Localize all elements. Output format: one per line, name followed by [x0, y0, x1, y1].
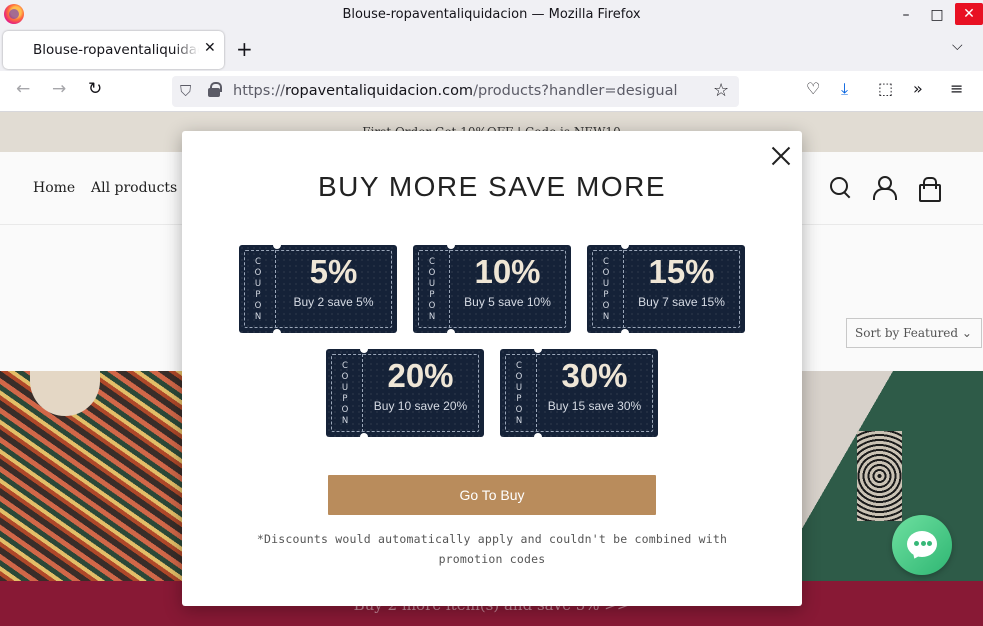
menu-icon[interactable]: ≡	[950, 79, 963, 98]
new-tab-icon[interactable]: +	[236, 37, 253, 61]
chat-bubble-icon[interactable]	[892, 515, 952, 575]
coupon-word: COUPON	[341, 361, 349, 426]
bookmark-star-icon[interactable]: ☆	[713, 80, 729, 101]
back-arrow-icon[interactable]: ←	[16, 79, 30, 99]
extensions-icon[interactable]: ⬚	[878, 79, 893, 98]
chat-dots	[914, 541, 932, 546]
modal-title: BUY MORE SAVE MORE	[317, 171, 667, 202]
coupon-percent: 15%	[648, 253, 715, 290]
more-tools-icon[interactable]: »	[913, 79, 923, 98]
downloads-icon[interactable]: ⤓	[841, 79, 848, 99]
tab-close-icon[interactable]: ✕	[204, 40, 216, 56]
coupon-card[interactable]: COUPON 5% Buy 2 save 5%	[239, 245, 397, 333]
coupon-percent: 30%	[561, 357, 628, 394]
tracking-shield-icon[interactable]: ⛉	[180, 82, 191, 100]
coupon-word: COUPON	[515, 361, 523, 426]
coupon-word: COUPON	[254, 257, 262, 322]
address-bar[interactable]: ⛉ https://ropaventaliquidacion.com/produ…	[172, 76, 739, 107]
tab-list-chevron-icon[interactable]: ⌵	[952, 38, 963, 54]
coupon-word: COUPON	[602, 257, 610, 322]
url-path: /products?handler=desigual	[473, 83, 678, 99]
navigation-toolbar: ← → ↻ ⛉ https://ropaventaliquidacion.com…	[0, 71, 983, 112]
active-tab[interactable]: Blouse-ropaventaliquidacion ✕	[3, 31, 224, 69]
coupon-percent: 10%	[474, 253, 541, 290]
coupon-card[interactable]: COUPON 15% Buy 7 save 15%	[587, 245, 745, 333]
buy-more-modal: BUY MORE SAVE MORE COUPON 5% Buy 2 save …	[182, 131, 802, 606]
coupon-card[interactable]: COUPON 10% Buy 5 save 10%	[413, 245, 571, 333]
tab-strip: Blouse-ropaventaliquidacion ✕ + ⌵	[0, 29, 983, 71]
url-scheme: https://	[233, 83, 285, 99]
modal-close-icon[interactable]	[770, 145, 792, 167]
window-title: Blouse-ropaventaliquidacion — Mozilla Fi…	[342, 7, 641, 22]
coupon-description: Buy 7 save 15%	[638, 295, 725, 309]
coupon-card[interactable]: COUPON 20% Buy 10 save 20%	[326, 349, 484, 437]
reload-icon[interactable]: ↻	[88, 79, 102, 99]
close-window-icon[interactable]: ✕	[955, 3, 983, 25]
minimize-icon[interactable]: –	[892, 0, 920, 29]
url-text[interactable]: https://ropaventaliquidacion.com/product…	[233, 83, 678, 99]
url-domain: ropaventaliquidacion.com	[284, 83, 474, 99]
coupon-word: COUPON	[428, 257, 436, 322]
lock-icon[interactable]	[208, 82, 222, 98]
go-to-buy-button[interactable]: Go To Buy	[328, 475, 656, 515]
tab-title: Blouse-ropaventaliquidacion	[33, 42, 199, 58]
forward-arrow-icon[interactable]: →	[52, 79, 66, 99]
coupon-card[interactable]: COUPON 30% Buy 15 save 30%	[500, 349, 658, 437]
coupon-description: Buy 2 save 5%	[293, 295, 374, 309]
coupon-description: Buy 15 save 30%	[547, 399, 642, 413]
maximize-icon[interactable]: □	[923, 0, 951, 29]
coupon-percent: 20%	[387, 357, 454, 394]
pocket-icon[interactable]: ♡	[806, 79, 820, 98]
coupon-description: Buy 5 save 10%	[464, 295, 551, 309]
window-titlebar: Blouse-ropaventaliquidacion — Mozilla Fi…	[0, 0, 983, 29]
coupon-description: Buy 10 save 20%	[373, 399, 468, 413]
coupon-percent: 5%	[309, 253, 358, 290]
discount-disclaimer: *Discounts would automatically apply and…	[256, 532, 728, 566]
